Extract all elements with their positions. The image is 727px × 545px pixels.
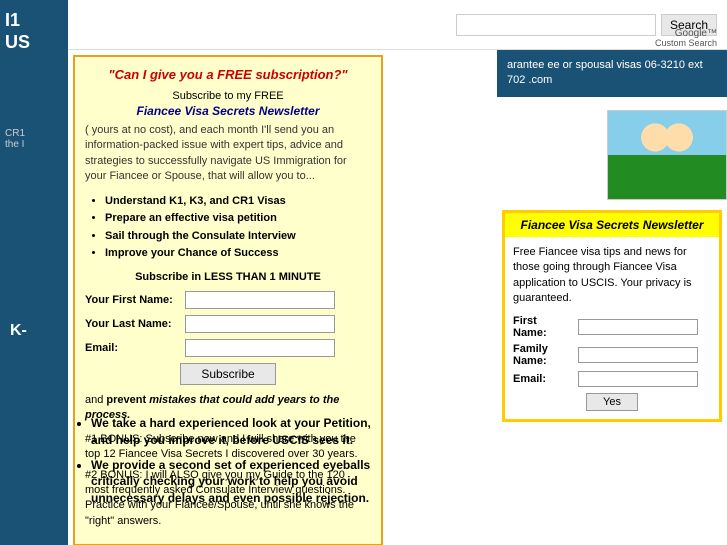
sidebar-cr1-text: CR1the I — [0, 123, 68, 155]
benefit-item: Improve your Chance of Success — [105, 245, 371, 263]
bullet-list: We take a hard experienced look at your … — [73, 415, 393, 507]
email-label: Email: — [85, 342, 185, 354]
nf-email-label: Email: — [513, 373, 578, 385]
nf-family-name-row: FamilyName: — [513, 343, 711, 367]
subscribe-to-my: Subscribe to my FREE — [85, 90, 371, 102]
nf-email-input[interactable] — [578, 371, 698, 387]
yes-btn-row: Yes — [513, 393, 711, 411]
wedding-image — [607, 110, 727, 200]
bullet-section: We take a hard experienced look at your … — [73, 415, 393, 515]
sidebar-k-text: K- — [5, 317, 32, 345]
subscribe-button[interactable]: Subscribe — [180, 363, 275, 385]
custom-search-label: Custom Search — [655, 38, 717, 48]
first-name-row: Your First Name: — [85, 291, 371, 309]
newsletter-box-body: Free Fiancee visa tips and news for thos… — [505, 237, 719, 419]
nf-first-name-label: FirstName: — [513, 315, 578, 339]
subscribe-tagline: Subscribe in LESS THAN 1 MINUTE — [85, 271, 371, 283]
bullet-item-1: We take a hard experienced look at your … — [91, 415, 393, 449]
newsletter-box-header: Fiancee Visa Secrets Newsletter — [505, 213, 719, 237]
guarantee-text: arantee ee or spousal visas 06-3210 ext … — [507, 58, 717, 89]
yes-button[interactable]: Yes — [586, 393, 638, 411]
email-input[interactable] — [185, 339, 335, 357]
left-sidebar: I1US CR1the I K- — [0, 0, 68, 545]
newsletter-description: ( yours at no cost), and each month I'll… — [85, 123, 371, 185]
nf-email-row: Email: — [513, 371, 711, 387]
first-name-input[interactable] — [185, 291, 335, 309]
newsletter-box-desc: Free Fiancee visa tips and news for thos… — [513, 245, 711, 307]
last-name-label: Your Last Name: — [85, 318, 185, 330]
guarantee-box: arantee ee or spousal visas 06-3210 ext … — [497, 50, 727, 97]
bullet-item-2: We provide a second set of experienced e… — [91, 457, 393, 507]
benefit-item: Understand K1, K3, and CR1 Visas — [105, 193, 371, 211]
subscription-title: "Can I give you a FREE subscription?" — [85, 67, 371, 82]
nf-first-name-input[interactable] — [578, 319, 698, 335]
last-name-input[interactable] — [185, 315, 335, 333]
nf-first-name-row: FirstName: — [513, 315, 711, 339]
benefits-list: Understand K1, K3, and CR1 Visas Prepare… — [85, 193, 371, 263]
first-name-label: Your First Name: — [85, 294, 185, 306]
sidebar-top-text: I1US — [0, 0, 68, 63]
top-bar: Search Google™ Custom Search — [68, 0, 727, 50]
benefit-item: Sail through the Consulate Interview — [105, 228, 371, 246]
last-name-row: Your Last Name: — [85, 315, 371, 333]
newsletter-box-right: Fiancee Visa Secrets Newsletter Free Fia… — [502, 210, 722, 422]
email-row: Email: — [85, 339, 371, 357]
newsletter-name: Fiancee Visa Secrets Newsletter — [85, 104, 371, 118]
nf-family-name-label: FamilyName: — [513, 343, 578, 367]
wedding-couple-graphic — [608, 111, 726, 199]
subscribe-btn-row: Subscribe — [85, 363, 371, 385]
nf-family-name-input[interactable] — [578, 347, 698, 363]
benefit-item: Prepare an effective visa petition — [105, 210, 371, 228]
main-content: "Can I give you a FREE subscription?" Su… — [68, 50, 727, 545]
search-input[interactable] — [456, 14, 656, 36]
